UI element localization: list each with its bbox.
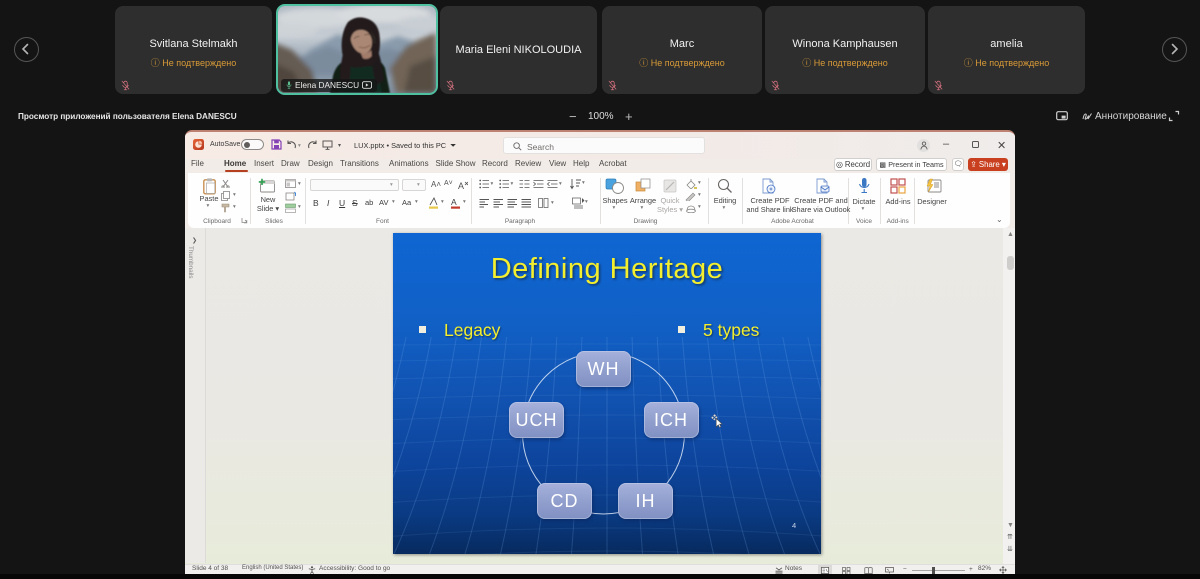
svg-text:A: A (451, 197, 457, 207)
svg-text:A: A (458, 181, 464, 191)
